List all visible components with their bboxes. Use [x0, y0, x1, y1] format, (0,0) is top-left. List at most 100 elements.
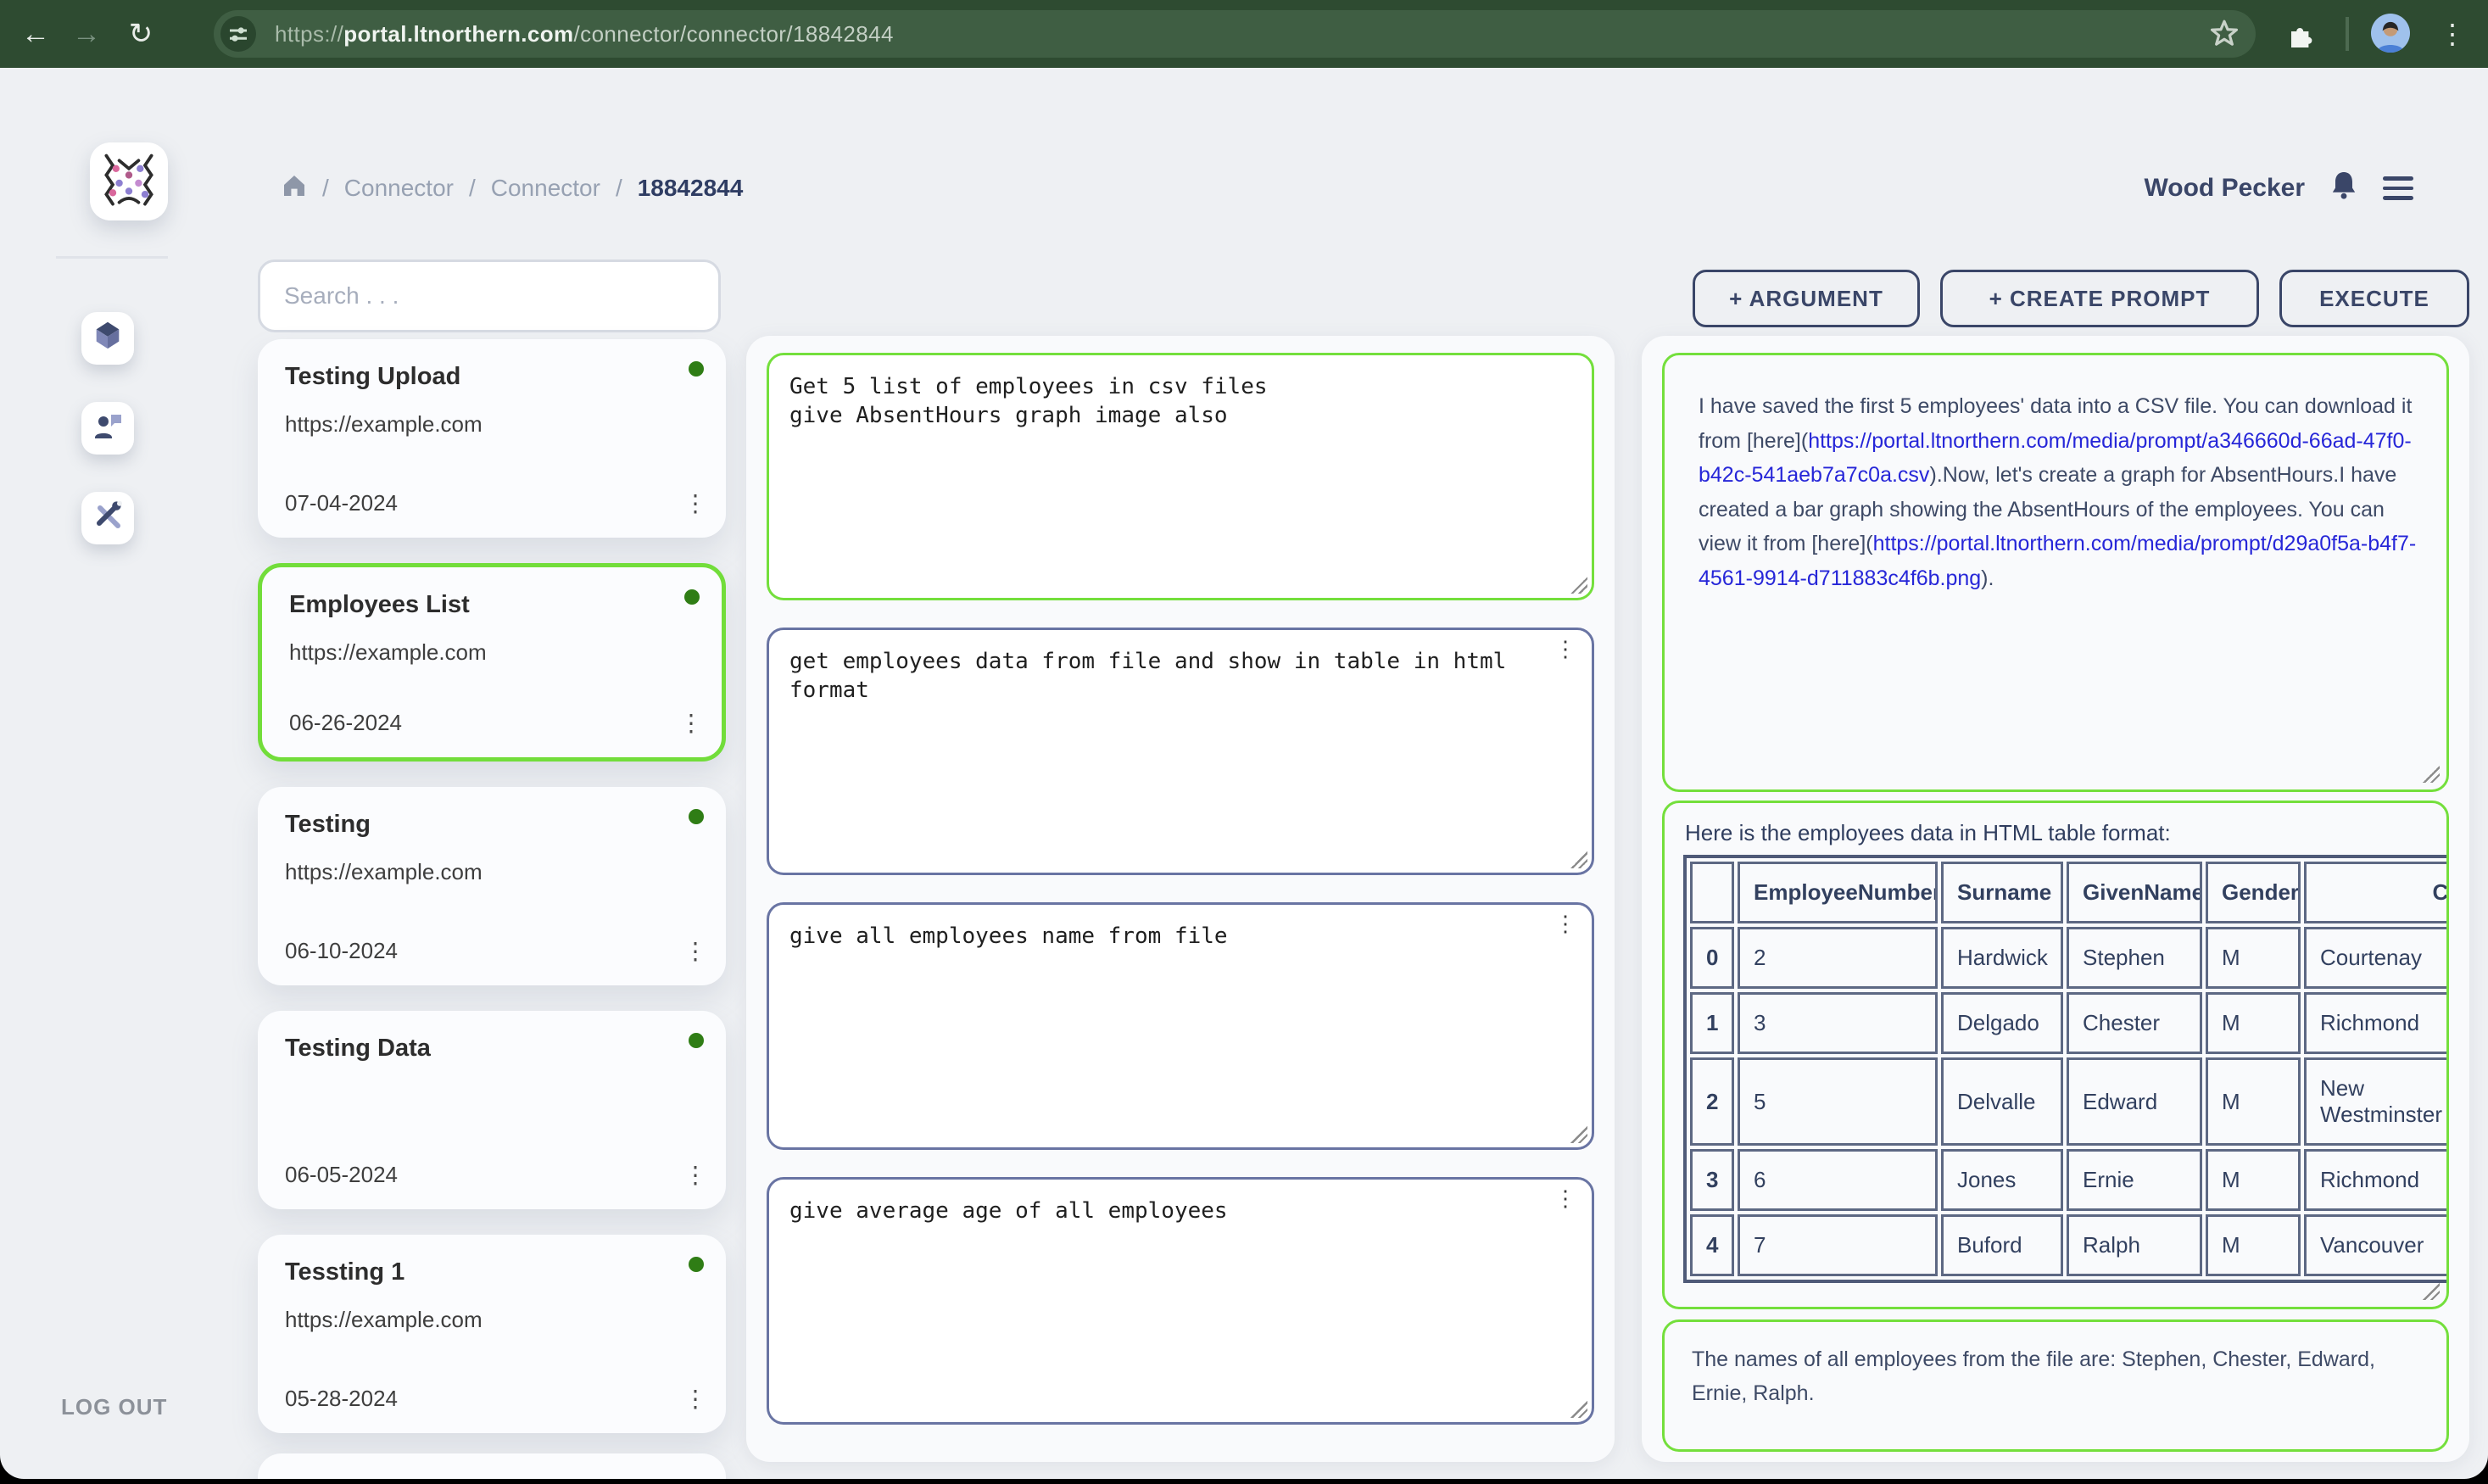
avatar[interactable] [2371, 14, 2410, 53]
site-settings-icon[interactable] [220, 16, 256, 52]
table-row: 13DelgadoChesterMRichmond [1690, 992, 2449, 1054]
textarea-kebab-icon[interactable] [1552, 911, 1579, 937]
response-box-table: Here is the employees data in HTML table… [1662, 801, 2449, 1309]
prompt-card-tessting-1[interactable]: Tessting 1 https://example.com 05-28-202… [258, 1235, 726, 1433]
prompt-textarea-1[interactable]: Get 5 list of employees in csv files giv… [767, 353, 1594, 600]
response-box-csv-graph: I have saved the first 5 employees' data… [1662, 353, 2449, 792]
table-header-cell: Surname [1941, 862, 2063, 923]
prompt-card-employees-list[interactable]: Employees List https://example.com 06-26… [258, 563, 726, 762]
row-index-cell: 4 [1690, 1214, 1734, 1276]
response-text: I have saved the first 5 employees' data… [1699, 394, 2416, 590]
url-host: portal.ltnorthern.com [343, 21, 573, 47]
response-text-segment: ). [1981, 566, 1994, 590]
sidebar-item-connectors[interactable] [81, 312, 134, 365]
resize-handle[interactable] [1570, 851, 1587, 868]
add-argument-button[interactable]: + ARGUMENT [1693, 270, 1920, 327]
table-cell: Stephen [2067, 927, 2202, 989]
employees-table: EmployeeNumberSurnameGivenNameGenderCity… [1683, 855, 2449, 1283]
textarea-kebab-icon[interactable] [1552, 1186, 1579, 1212]
breadcrumb-sep: / [616, 175, 622, 202]
breadcrumb: / Connector / Connector / 18842844 [282, 173, 743, 203]
prompt-card-testing-upload[interactable]: Testing Upload https://example.com 07-04… [258, 339, 726, 538]
card-kebab-icon[interactable] [682, 937, 709, 965]
card-url: https://example.com [285, 1307, 699, 1333]
status-dot [689, 1257, 704, 1272]
table-cell: Courtenay [2304, 927, 2449, 989]
prompt-textarea-3[interactable]: give all employees name from file [767, 902, 1594, 1150]
row-index-cell: 3 [1690, 1149, 1734, 1211]
table-cell: Edward [2067, 1057, 2202, 1146]
table-cell: 5 [1738, 1057, 1938, 1146]
row-index-cell: 0 [1690, 927, 1734, 989]
table-cell: 6 [1738, 1149, 1938, 1211]
card-kebab-icon[interactable] [678, 709, 705, 737]
table-cell: Delgado [1941, 992, 2063, 1054]
prompt-textarea-2[interactable]: get employees data from file and show in… [767, 628, 1594, 875]
username: Wood Pecker [2144, 174, 2305, 203]
tools-icon [92, 499, 123, 537]
card-url: https://example.com [285, 859, 699, 885]
table-header-row: EmployeeNumberSurnameGivenNameGenderCity [1690, 862, 2449, 923]
hamburger-menu-icon[interactable] [2383, 176, 2413, 200]
breadcrumb-connector-2[interactable]: Connector [491, 175, 600, 202]
bell-icon[interactable] [2330, 170, 2357, 207]
table-cell: 7 [1738, 1214, 1938, 1276]
card-kebab-icon[interactable] [682, 1161, 709, 1189]
table-cell: Ernie [2067, 1149, 2202, 1211]
extensions-icon[interactable] [2286, 20, 2315, 56]
card-title: Testing Upload [285, 363, 699, 391]
rail-divider [56, 256, 168, 259]
execute-button[interactable]: EXECUTE [2279, 270, 2469, 327]
table-cell: M [2206, 992, 2301, 1054]
table-row: 47BufordRalphMVancouver [1690, 1214, 2449, 1276]
resize-handle[interactable] [2423, 1283, 2440, 1300]
sidebar-item-prompts[interactable] [81, 402, 134, 455]
resize-handle[interactable] [1570, 1126, 1587, 1143]
prompt-card-testing[interactable]: Testing https://example.com 06-10-2024 [258, 787, 726, 985]
address-bar[interactable]: https://portal.ltnorthern.com/connector/… [214, 10, 2256, 58]
card-kebab-icon[interactable] [682, 1385, 709, 1413]
status-dot [689, 809, 704, 824]
sidebar-item-tools[interactable] [81, 492, 134, 544]
table-cell: Buford [1941, 1214, 2063, 1276]
table-cell: M [2206, 1214, 2301, 1276]
card-kebab-icon[interactable] [682, 489, 709, 517]
status-dot [689, 1033, 704, 1048]
table-cell: Jones [1941, 1149, 2063, 1211]
response-text: The names of all employees from the file… [1692, 1347, 2375, 1405]
table-header-cell: EmployeeNumber [1738, 862, 1938, 923]
table-cell: M [2206, 1149, 2301, 1211]
create-prompt-button[interactable]: + CREATE PROMPT [1940, 270, 2259, 327]
prompt-card-testing-data[interactable]: Testing Data 06-05-2024 [258, 1011, 726, 1209]
table-cell: Delvalle [1941, 1057, 2063, 1146]
row-index-cell: 1 [1690, 992, 1734, 1054]
prompt-textarea-4[interactable]: give average age of all employees [767, 1177, 1594, 1425]
logout-button[interactable]: LOG OUT [61, 1394, 167, 1420]
resize-handle[interactable] [1570, 1401, 1587, 1418]
breadcrumb-connector-1[interactable]: Connector [344, 175, 454, 202]
status-dot [689, 361, 704, 377]
portal-page: ← → ↻ https://portal.ltnorthern.com/conn… [0, 0, 2488, 1479]
resize-handle[interactable] [2423, 766, 2440, 783]
card-date: 07-04-2024 [285, 490, 398, 516]
app-logo[interactable] [90, 142, 168, 220]
forward-icon[interactable]: → [64, 0, 109, 68]
prompt-card-partial[interactable] [258, 1453, 726, 1479]
table-header-cell: Gender [2206, 862, 2301, 923]
card-title: Testing [285, 811, 699, 839]
browser-menu-icon[interactable]: ⋮ [2432, 0, 2473, 68]
search-input[interactable] [258, 259, 721, 332]
resize-handle[interactable] [1570, 577, 1587, 594]
back-icon[interactable]: ← [14, 0, 58, 68]
table-cell: New Westminster [2304, 1057, 2449, 1146]
table-header-cell [1690, 862, 1734, 923]
textarea-kebab-icon[interactable] [1552, 636, 1579, 662]
row-index-cell: 2 [1690, 1057, 1734, 1146]
card-title: Testing Data [285, 1035, 699, 1063]
breadcrumb-sep: / [469, 175, 476, 202]
responses-panel: I have saved the first 5 employees' data… [1642, 336, 2469, 1462]
card-date: 06-05-2024 [285, 1162, 398, 1188]
home-icon[interactable] [282, 173, 307, 203]
bookmark-star-icon[interactable] [2210, 19, 2239, 54]
reload-icon[interactable]: ↻ [119, 0, 163, 68]
